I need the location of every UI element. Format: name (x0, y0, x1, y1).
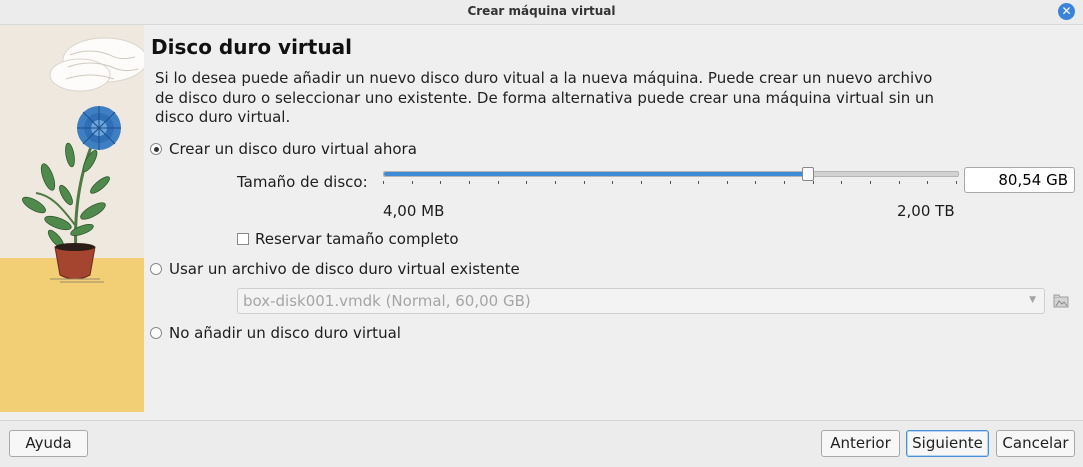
button-bar: Ayuda Anterior Siguiente Cancelar (0, 420, 1083, 467)
reserve-full-checkbox[interactable] (237, 233, 249, 245)
no-disk-label: No añadir un disco duro virtual (169, 324, 401, 342)
slider-handle[interactable] (802, 167, 814, 181)
slider-fill (384, 172, 809, 176)
slider-tick (870, 181, 871, 184)
slider-tick (698, 181, 699, 184)
no-disk-radio[interactable] (150, 327, 162, 339)
folder-open-icon[interactable] (1048, 289, 1074, 313)
slider-min-label: 4,00 MB (383, 202, 445, 220)
slider-tick (584, 181, 585, 184)
back-button[interactable]: Anterior (821, 430, 900, 457)
page-title: Disco duro virtual (151, 35, 352, 59)
close-icon[interactable]: ✕ (1058, 3, 1075, 20)
next-button[interactable]: Siguiente (906, 430, 989, 457)
slider-tick (813, 181, 814, 184)
slider-tick (727, 181, 728, 184)
wizard-illustration (0, 25, 148, 412)
slider-tick (641, 181, 642, 184)
slider-track (383, 171, 959, 177)
use-existing-radio[interactable] (150, 263, 162, 275)
create-disk-radio[interactable] (150, 143, 162, 155)
existing-disk-select[interactable]: box-disk001.vmdk (Normal, 60,00 GB) ▼ (237, 288, 1045, 314)
title-bar: Crear máquina virtual ✕ (0, 0, 1083, 25)
use-existing-option[interactable]: Usar un archivo de disco duro virtual ex… (150, 259, 520, 279)
window-title: Crear máquina virtual (467, 4, 616, 18)
disk-size-label: Tamaño de disco: (237, 173, 368, 191)
page-description: Si lo desea puede añadir un nuevo disco … (155, 69, 935, 126)
slider-tick (383, 181, 384, 184)
slider-tick (440, 181, 441, 184)
slider-tick (498, 181, 499, 184)
cancel-button[interactable]: Cancelar (996, 430, 1075, 457)
reserve-full-label: Reservar tamaño completo (255, 230, 459, 248)
help-button[interactable]: Ayuda (9, 430, 88, 457)
disk-size-input[interactable] (964, 167, 1075, 193)
chevron-down-icon: ▼ (1029, 295, 1036, 305)
slider-tick (956, 181, 957, 184)
slider-tick (412, 181, 413, 184)
slider-tick (784, 181, 785, 184)
slider-tick (841, 181, 842, 184)
reserve-full-option[interactable]: Reservar tamaño completo (237, 229, 459, 249)
no-disk-option[interactable]: No añadir un disco duro virtual (150, 323, 401, 343)
wizard-page: Disco duro virtual Si lo desea puede aña… (150, 25, 1080, 420)
slider-max-label: 2,00 TB (897, 202, 955, 220)
slider-tick (670, 181, 671, 184)
slider-tick (899, 181, 900, 184)
slider-tick (469, 181, 470, 184)
slider-tick (555, 181, 556, 184)
slider-tick (612, 181, 613, 184)
existing-disk-value: box-disk001.vmdk (Normal, 60,00 GB) (243, 292, 531, 310)
slider-tick (526, 181, 527, 184)
use-existing-label: Usar un archivo de disco duro virtual ex… (169, 260, 520, 278)
create-disk-label: Crear un disco duro virtual ahora (169, 140, 417, 158)
create-disk-option[interactable]: Crear un disco duro virtual ahora (150, 139, 417, 159)
disk-size-slider[interactable] (383, 167, 959, 194)
slider-tick (755, 181, 756, 184)
slider-tick (927, 181, 928, 184)
